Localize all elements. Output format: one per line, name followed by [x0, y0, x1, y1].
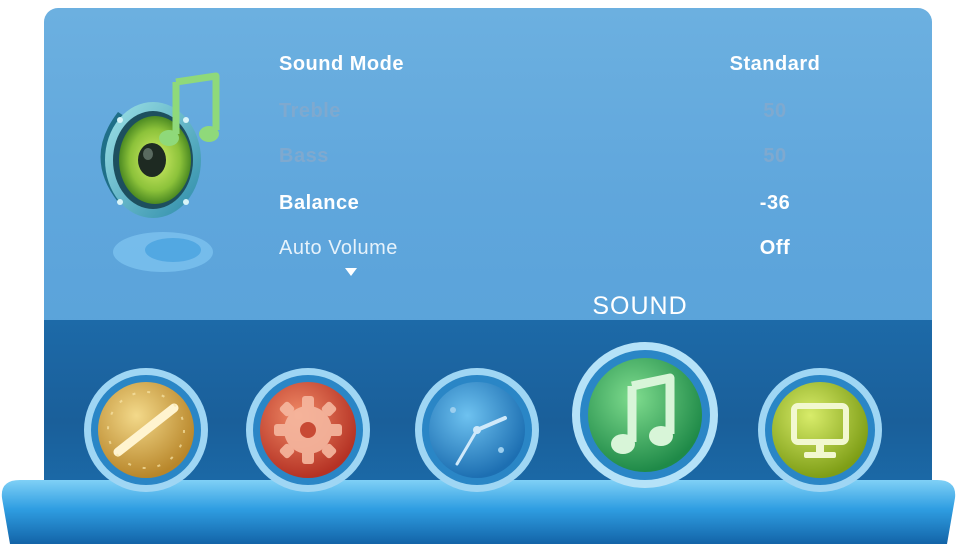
menu-value-treble: 50	[763, 100, 787, 122]
clock-icon	[415, 368, 539, 492]
menu-label-auto-volume[interactable]: Auto Volume	[279, 237, 398, 260]
menu-value-sound-mode[interactable]: Standard	[700, 53, 850, 76]
menu-value-auto-volume[interactable]: Off	[700, 237, 850, 260]
tab-setup[interactable]	[244, 366, 372, 494]
speaker-music-icon	[100, 72, 220, 272]
monitor-icon	[758, 368, 882, 492]
menu-label-balance[interactable]: Balance	[279, 192, 359, 215]
menu-value-bass: 50	[763, 145, 787, 167]
menu-label-sound-mode[interactable]: Sound Mode	[279, 53, 404, 76]
dial-icon	[84, 368, 208, 492]
menu-label-bass: Bass	[279, 145, 329, 167]
tab-screen[interactable]	[756, 366, 884, 494]
tab-time[interactable]	[413, 366, 541, 494]
menu-label-treble: Treble	[279, 100, 341, 122]
section-title: SOUND	[592, 292, 688, 320]
scroll-down-arrow-icon[interactable]	[345, 268, 357, 276]
music-note-icon	[572, 342, 718, 488]
tab-sound[interactable]	[570, 340, 720, 490]
tab-picture-settings[interactable]	[82, 366, 210, 494]
menu-value-balance[interactable]: -36	[700, 192, 850, 215]
gear-icon	[246, 368, 370, 492]
